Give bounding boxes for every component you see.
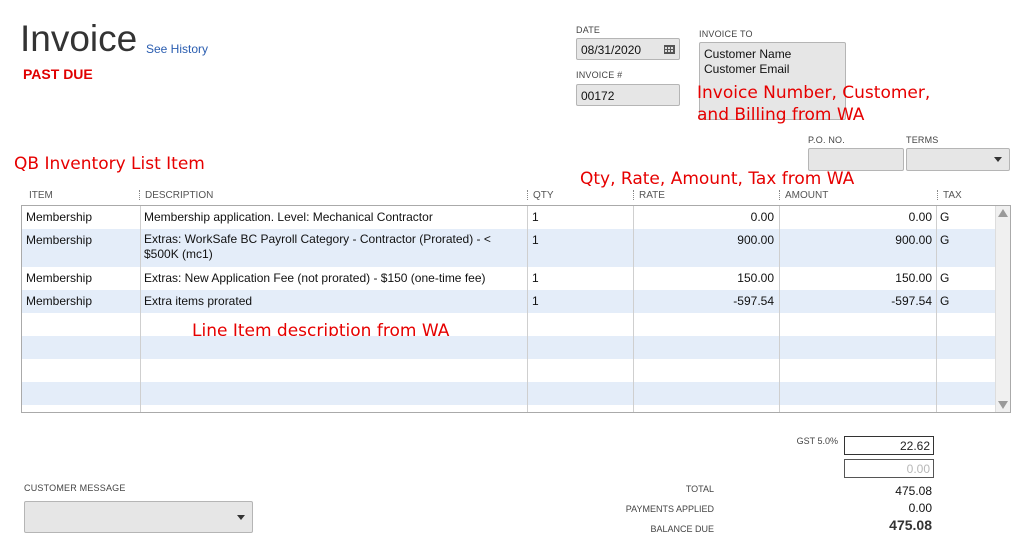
customer-email: Customer Email [704, 62, 790, 76]
cell-amount: 900.00 [895, 233, 932, 247]
tax-placeholder: 0.00 [906, 462, 930, 476]
calendar-icon[interactable] [664, 44, 675, 54]
annotation-qty: Qty, Rate, Amount, Tax from WA [580, 169, 855, 189]
cell-qty: 1 [532, 233, 539, 247]
gst-label: GST 5.0% [796, 436, 838, 446]
terms-select[interactable] [906, 148, 1010, 171]
cell-tax: G [940, 210, 950, 224]
cell-item: Membership [26, 233, 93, 247]
table-row[interactable]: Membership Extra items prorated 1 -597.5… [22, 290, 996, 313]
total-value: 475.08 [895, 484, 932, 498]
customer-message-label: CUSTOMER MESSAGE [24, 483, 126, 493]
gst-value-field[interactable]: 22.62 [844, 436, 934, 455]
col-qty: QTY [533, 190, 554, 201]
balance-due-value: 475.08 [889, 517, 932, 533]
col-tax: TAX [943, 190, 962, 201]
table-header: ITEM DESCRIPTION QTY RATE AMOUNT TAX [22, 188, 1010, 205]
cell-item: Membership [26, 271, 93, 285]
invoice-to-label: INVOICE TO [699, 29, 753, 39]
col-amount: AMOUNT [785, 190, 829, 201]
po-label: P.O. NO. [808, 135, 845, 145]
cell-amount: -597.54 [891, 294, 932, 308]
date-field[interactable]: 08/31/2020 [576, 38, 680, 60]
scroll-down-icon[interactable] [998, 401, 1008, 409]
cell-rate: 0.00 [750, 210, 774, 224]
chevron-down-icon [237, 515, 245, 520]
invoice-number-field[interactable]: 00172 [576, 84, 680, 106]
cell-qty: 1 [532, 210, 539, 224]
cell-description: Membership application. Level: Mechanica… [144, 210, 433, 224]
tax-placeholder-field[interactable]: 0.00 [844, 459, 934, 478]
cell-amount: 0.00 [908, 210, 932, 224]
balance-due-label: BALANCE DUE [650, 524, 714, 534]
cell-tax: G [940, 294, 950, 308]
annotation-invoice: Invoice Number, Customer, and Billing fr… [697, 83, 931, 125]
annotation-inventory: QB Inventory List Item [14, 154, 205, 174]
cell-qty: 1 [532, 294, 539, 308]
po-field[interactable] [808, 148, 904, 171]
date-value: 08/31/2020 [581, 43, 642, 57]
table-row[interactable]: Membership Extras: WorkSafe BC Payroll C… [22, 229, 996, 267]
cell-rate: 150.00 [737, 271, 774, 285]
table-row[interactable]: Membership Extras: New Application Fee (… [22, 267, 996, 290]
date-label: DATE [576, 25, 601, 35]
invoice-number-label: INVOICE # [576, 70, 623, 80]
payments-value: 0.00 [908, 501, 932, 515]
table-row[interactable]: Membership Membership application. Level… [22, 206, 996, 229]
cell-amount: 150.00 [895, 271, 932, 285]
page-title: Invoice [20, 18, 138, 59]
customer-name: Customer Name [704, 47, 792, 61]
cell-qty: 1 [532, 271, 539, 285]
status-badge: PAST DUE [23, 66, 93, 82]
cell-rate: -597.54 [733, 294, 774, 308]
chevron-down-icon [994, 157, 1002, 162]
line-items-table[interactable]: Membership Membership application. Level… [21, 205, 1011, 413]
cell-tax: G [940, 233, 950, 247]
invoice-number-value: 00172 [581, 89, 615, 103]
customer-message-select[interactable] [24, 501, 253, 533]
table-scrollbar[interactable] [995, 206, 1010, 412]
cell-rate: 900.00 [737, 233, 774, 247]
gst-value: 22.62 [899, 439, 930, 453]
scroll-up-icon[interactable] [998, 209, 1008, 217]
cell-item: Membership [26, 210, 93, 224]
col-description: DESCRIPTION [145, 190, 214, 201]
col-item: ITEM [29, 190, 53, 201]
col-rate: RATE [639, 190, 665, 201]
cell-description: Extra items prorated [144, 294, 253, 308]
cell-tax: G [940, 271, 950, 285]
cell-description: Extras: New Application Fee (not prorate… [144, 271, 486, 285]
total-label: TOTAL [685, 484, 714, 494]
see-history-link[interactable]: See History [146, 42, 208, 56]
payments-label: PAYMENTS APPLIED [625, 504, 714, 514]
cell-item: Membership [26, 294, 93, 308]
terms-label: TERMS [906, 135, 939, 145]
cell-description: Extras: WorkSafe BC Payroll Category - C… [144, 232, 491, 261]
